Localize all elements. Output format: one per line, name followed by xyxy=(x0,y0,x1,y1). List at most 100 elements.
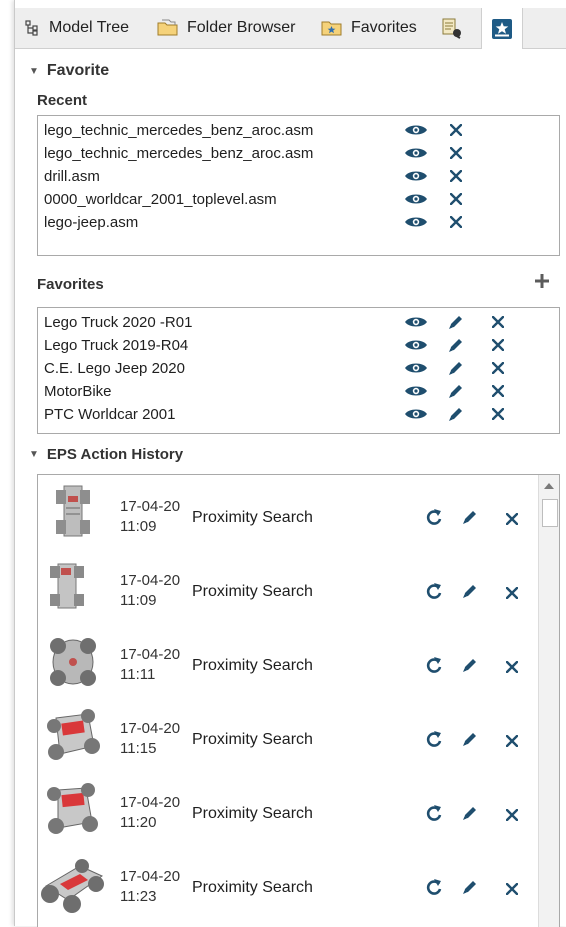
history-row[interactable]: 17-04-20 11:23 Proximity Search xyxy=(38,849,538,923)
tab-model-tree[interactable]: Model Tree xyxy=(25,8,129,48)
history-row[interactable]: 17-04-20 11:15 Proximity Search xyxy=(38,701,538,775)
refresh-icon[interactable] xyxy=(422,507,446,527)
model-thumbnail xyxy=(50,638,96,686)
history-time: 11:23 xyxy=(120,888,157,905)
remove-x-icon[interactable] xyxy=(500,509,524,529)
eps-star-icon xyxy=(492,18,512,39)
remove-x-icon[interactable] xyxy=(500,731,524,751)
history-row[interactable]: 17-04-20 11:20 Proximity Search xyxy=(38,775,538,849)
recent-item[interactable]: lego_technic_mercedes_benz_aroc.asm xyxy=(44,119,313,142)
tab-favorites[interactable]: Favorites xyxy=(321,8,417,48)
model-thumbnail xyxy=(47,783,98,834)
view-eye-icon[interactable] xyxy=(404,143,428,163)
add-favorite-plus-icon[interactable] xyxy=(533,272,551,295)
favorite-item[interactable]: Lego Truck 2019-R04 xyxy=(44,334,188,357)
view-eye-icon[interactable] xyxy=(404,166,428,186)
tab-folder-browser[interactable]: Folder Browser xyxy=(157,8,295,48)
edit-pencil-icon[interactable] xyxy=(458,581,482,601)
remove-x-icon[interactable] xyxy=(444,120,468,140)
favorites-list: Lego Truck 2020 -R01 Lego Truck 2019-R04… xyxy=(37,307,560,434)
history-label: Proximity Search xyxy=(192,509,313,526)
scrollbar-thumb[interactable] xyxy=(542,499,558,527)
history-row[interactable]: 17-04-20 11:09 Proximity Search xyxy=(38,553,538,627)
edit-pencil-icon[interactable] xyxy=(458,507,482,527)
view-eye-icon[interactable] xyxy=(404,335,428,355)
edit-pencil-icon[interactable] xyxy=(458,877,482,897)
recent-item[interactable]: 0000_worldcar_2001_toplevel.asm xyxy=(44,188,277,211)
remove-x-icon[interactable] xyxy=(486,358,510,378)
refresh-icon[interactable] xyxy=(422,877,446,897)
view-eye-icon[interactable] xyxy=(404,381,428,401)
remove-x-icon[interactable] xyxy=(500,879,524,899)
recent-label: Recent xyxy=(37,92,88,109)
refresh-icon[interactable] xyxy=(422,729,446,749)
tab-bar: Model Tree Folder Browser Favorites xyxy=(15,8,566,49)
recent-item[interactable]: drill.asm xyxy=(44,165,100,188)
remove-x-icon[interactable] xyxy=(486,312,510,332)
edit-pencil-icon[interactable] xyxy=(444,404,468,424)
history-date: 17-04-20 xyxy=(120,868,181,885)
history-label: Proximity Search xyxy=(192,805,313,822)
tab-model-tree-label: Model Tree xyxy=(49,19,130,36)
tab-documents[interactable] xyxy=(441,8,471,48)
history-row[interactable]: 17-04-20 11:09 Proximity Search xyxy=(38,479,538,553)
remove-x-icon[interactable] xyxy=(444,189,468,209)
favorite-item[interactable]: MotorBike xyxy=(44,380,112,403)
refresh-icon[interactable] xyxy=(422,655,446,675)
history-time: 11:09 xyxy=(120,518,157,535)
recent-list: lego_technic_mercedes_benz_aroc.asm lego… xyxy=(37,115,560,256)
history-date: 17-04-20 xyxy=(120,646,181,663)
remove-x-icon[interactable] xyxy=(500,657,524,677)
favorites-folder-icon xyxy=(321,21,342,36)
model-thumbnail xyxy=(41,859,104,913)
remove-x-icon[interactable] xyxy=(444,166,468,186)
model-thumbnail xyxy=(47,709,100,760)
view-eye-icon[interactable] xyxy=(404,312,428,332)
remove-x-icon[interactable] xyxy=(486,381,510,401)
edit-pencil-icon[interactable] xyxy=(444,312,468,332)
view-eye-icon[interactable] xyxy=(404,120,428,140)
favorites-label: Favorites xyxy=(37,276,104,293)
remove-x-icon[interactable] xyxy=(444,212,468,232)
model-thumbnail xyxy=(56,485,90,537)
edit-pencil-icon[interactable] xyxy=(458,803,482,823)
collapse-triangle-icon: ▼ xyxy=(29,449,39,460)
favorites-panel: Model Tree Folder Browser Favorites ▼ Fa… xyxy=(14,0,566,927)
refresh-icon[interactable] xyxy=(422,581,446,601)
favorite-item[interactable]: C.E. Lego Jeep 2020 xyxy=(44,357,185,380)
edit-pencil-icon[interactable] xyxy=(458,729,482,749)
view-eye-icon[interactable] xyxy=(404,189,428,209)
edit-pencil-icon[interactable] xyxy=(444,335,468,355)
recent-item[interactable]: lego-jeep.asm xyxy=(44,211,138,234)
history-section-title: EPS Action History xyxy=(46,446,184,463)
remove-x-icon[interactable] xyxy=(444,143,468,163)
view-eye-icon[interactable] xyxy=(404,404,428,424)
history-scrollbar[interactable] xyxy=(538,475,559,927)
view-eye-icon[interactable] xyxy=(404,358,428,378)
folder-browser-icon xyxy=(157,19,178,36)
scroll-up-arrow-icon[interactable] xyxy=(542,479,556,493)
favorite-item[interactable]: Lego Truck 2020 -R01 xyxy=(44,311,192,334)
favorite-item[interactable]: PTC Worldcar 2001 xyxy=(44,403,175,426)
edit-pencil-icon[interactable] xyxy=(458,655,482,675)
history-date: 17-04-20 xyxy=(120,720,181,737)
documents-icon xyxy=(442,18,461,39)
refresh-icon[interactable] xyxy=(422,803,446,823)
tab-eps-favorites[interactable] xyxy=(481,8,523,49)
history-row[interactable]: 17-04-20 11:11 Proximity Search xyxy=(38,627,538,701)
model-thumbnail xyxy=(50,563,84,609)
remove-x-icon[interactable] xyxy=(500,583,524,603)
history-section-header[interactable]: ▼ EPS Action History xyxy=(29,446,183,463)
edit-pencil-icon[interactable] xyxy=(444,358,468,378)
remove-x-icon[interactable] xyxy=(486,404,510,424)
view-eye-icon[interactable] xyxy=(404,212,428,232)
history-time: 11:11 xyxy=(120,666,156,683)
favorite-section-title: Favorite xyxy=(46,62,110,79)
history-label: Proximity Search xyxy=(192,657,313,674)
remove-x-icon[interactable] xyxy=(500,805,524,825)
history-list: 17-04-20 11:09 Proximity Search 17-04-20 1… xyxy=(37,474,560,927)
recent-item[interactable]: lego_technic_mercedes_benz_aroc.asm xyxy=(44,142,313,165)
remove-x-icon[interactable] xyxy=(486,335,510,355)
favorite-section-header[interactable]: ▼ Favorite xyxy=(29,62,109,80)
edit-pencil-icon[interactable] xyxy=(444,381,468,401)
